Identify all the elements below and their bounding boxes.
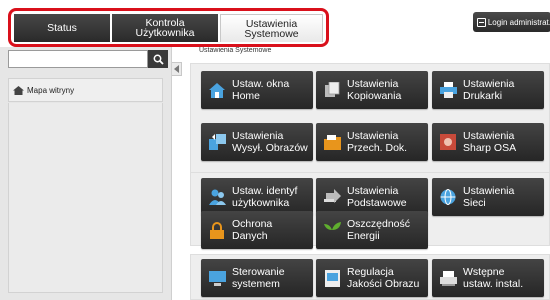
tile-label: Ustawienia Drukarki: [463, 78, 515, 102]
breadcrumb: Ustawienia Systemowe: [199, 47, 272, 54]
tile-printer-settings[interactable]: Ustawienia Drukarki: [432, 71, 544, 109]
image-quality-icon: [323, 269, 341, 287]
tile-label: Ochrona Danych: [232, 218, 273, 242]
tab-user-control-label: Kontrola Użytkownika: [135, 17, 195, 39]
printer-icon: [439, 81, 457, 99]
tile-initial-setup[interactable]: Wstępne ustaw. instal.: [432, 259, 544, 297]
search-icon: [153, 54, 164, 65]
tile-label: Ustawienia Wysył. Obrazów: [232, 130, 308, 154]
sidebar-panel: [8, 103, 163, 293]
search-button[interactable]: [148, 50, 168, 68]
site-map-icon: [13, 85, 24, 95]
tile-label: Ustawienia Podstawowe: [347, 185, 407, 209]
tab-status-label: Status: [47, 22, 77, 34]
sharp-osa-icon: [439, 133, 457, 151]
lock-icon: [208, 221, 226, 239]
tile-energy-save[interactable]: Oszczędność Energii: [316, 211, 428, 249]
tab-system-settings[interactable]: Ustawienia Systemowe: [220, 14, 323, 42]
tile-label: Ustawienia Przech. Dok.: [347, 130, 408, 154]
top-bar: Status Kontrola Użytkownika Ustawienia S…: [0, 0, 550, 47]
tab-user-control[interactable]: Kontrola Użytkownika: [112, 14, 218, 42]
tile-document-filing-settings[interactable]: Ustawienia Przech. Dok.: [316, 123, 428, 161]
collapse-sidebar-button[interactable]: [172, 62, 182, 76]
search-input[interactable]: [8, 50, 148, 68]
tile-label: Sterowanie systemem: [232, 266, 285, 290]
tile-label: Regulacja Jakości Obrazu: [347, 266, 420, 290]
chevron-left-icon: [173, 65, 179, 73]
tile-copy-settings[interactable]: Ustawienia Kopiowania: [316, 71, 428, 109]
login-label: Login administrat.: [487, 17, 550, 27]
sidebar-item-label: Mapa witryny: [27, 85, 75, 95]
tile-sharp-osa-settings[interactable]: Ustawienia Sharp OSA: [432, 123, 544, 161]
tile-home-screen-settings[interactable]: Ustaw. okna Home: [201, 71, 313, 109]
common-settings-icon: [323, 188, 341, 206]
document-filing-icon: [323, 133, 341, 151]
tile-image-quality-adjustment[interactable]: Regulacja Jakości Obrazu: [316, 259, 428, 297]
login-icon: [477, 17, 486, 27]
tile-label: Oszczędność Energii: [347, 218, 411, 242]
initial-setup-icon: [439, 269, 457, 287]
tile-label: Ustawienia Kopiowania: [347, 78, 402, 102]
tab-status[interactable]: Status: [14, 14, 110, 42]
tile-label: Wstępne ustaw. instal.: [463, 266, 524, 290]
tab-system-settings-label: Ustawienia Systemowe: [244, 17, 299, 40]
tile-data-security[interactable]: Ochrona Danych: [201, 211, 313, 249]
network-icon: [439, 188, 457, 206]
tile-label: Ustawienia Sharp OSA: [463, 130, 517, 154]
leaf-icon: [323, 221, 341, 239]
tile-label: Ustaw. okna Home: [232, 78, 290, 102]
sidebar-item-site-map[interactable]: Mapa witryny: [8, 78, 163, 102]
copy-icon: [323, 81, 341, 99]
user-auth-icon: [208, 188, 226, 206]
main-content: Ustawienia Systemowe Ustaw. okna Home Us…: [183, 47, 550, 300]
tile-image-send-settings[interactable]: Ustawienia Wysył. Obrazów: [201, 123, 313, 161]
login-administrator-button[interactable]: Login administrat.: [473, 12, 550, 32]
image-send-icon: [208, 133, 226, 151]
sidebar: Mapa witryny: [0, 47, 172, 300]
system-control-icon: [208, 269, 226, 287]
tile-system-control[interactable]: Sterowanie systemem: [201, 259, 313, 297]
home-icon: [208, 81, 226, 99]
tile-label: Ustaw. identyf użytkownika: [232, 185, 298, 209]
tile-network-settings[interactable]: Ustawienia Sieci: [432, 178, 544, 216]
tile-label: Ustawienia Sieci: [463, 185, 515, 209]
